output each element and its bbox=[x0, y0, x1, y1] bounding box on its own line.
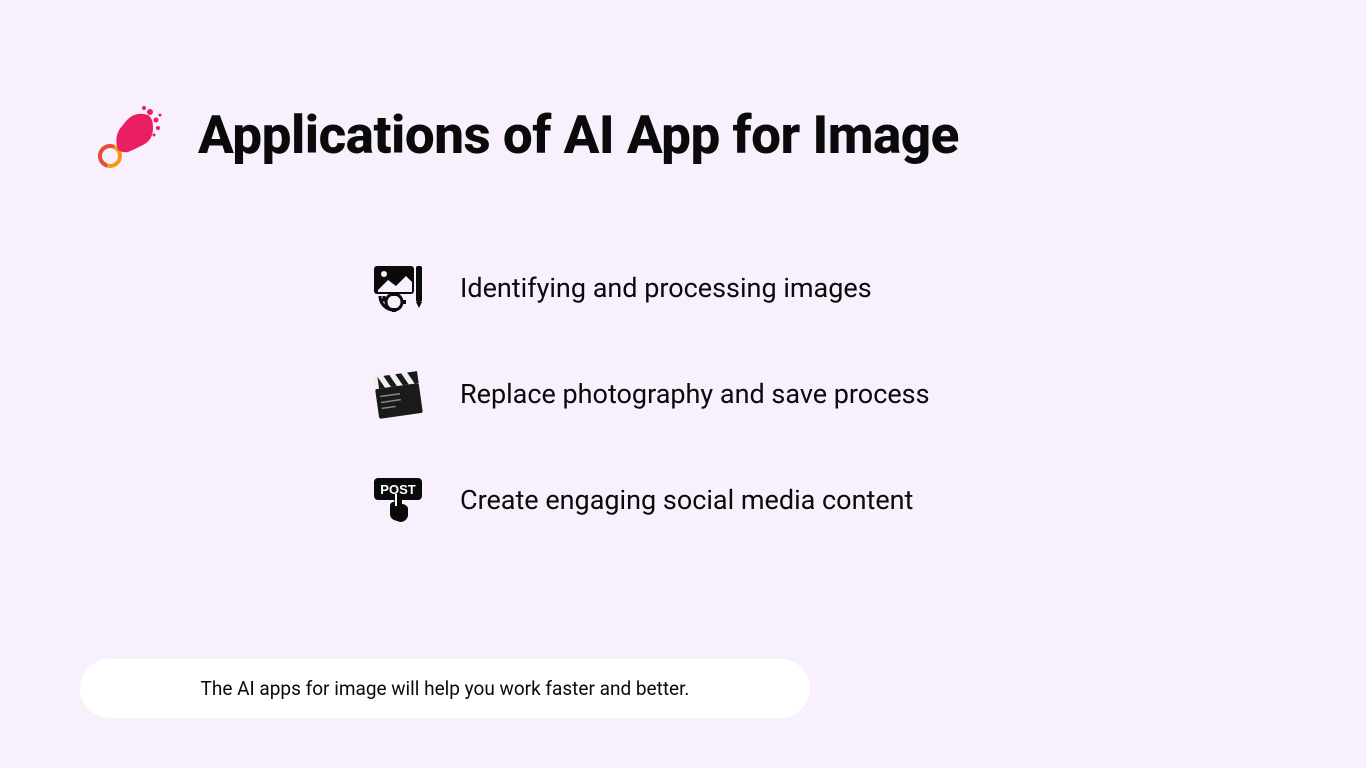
list-item-label: Identifying and processing images bbox=[460, 272, 872, 304]
list-item: Replace photography and save process bbox=[370, 366, 1366, 422]
page-title: Applications of AI App for Image bbox=[198, 104, 959, 166]
list-item-label: Replace photography and save process bbox=[460, 378, 930, 410]
footer-note: The AI apps for image will help you work… bbox=[80, 659, 810, 718]
svg-text:POST: POST bbox=[380, 482, 415, 497]
logo-icon bbox=[98, 100, 168, 170]
applications-list: Identifying and processing images Rep bbox=[370, 260, 1366, 528]
footer-text: The AI apps for image will help you work… bbox=[150, 677, 740, 700]
clapperboard-icon bbox=[370, 366, 426, 422]
header: Applications of AI App for Image bbox=[0, 0, 1366, 170]
list-item: POST Create engaging social media conten… bbox=[370, 472, 1366, 528]
list-item-label: Create engaging social media content bbox=[460, 484, 913, 516]
list-item: Identifying and processing images bbox=[370, 260, 1366, 316]
image-processing-icon bbox=[370, 260, 426, 316]
post-click-icon: POST bbox=[370, 472, 426, 528]
